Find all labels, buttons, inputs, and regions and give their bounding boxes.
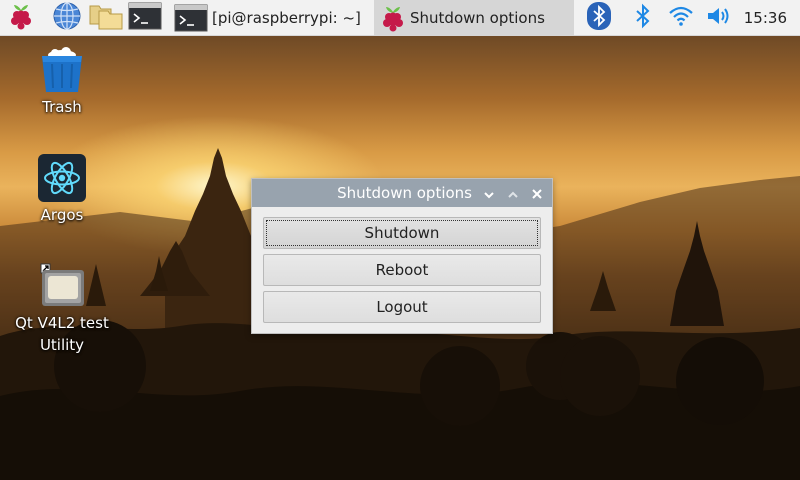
bluetooth-app-button[interactable]: [586, 1, 612, 35]
trash-icon: [38, 46, 86, 94]
desktop-icon-label: Qt V4L2 test Utility: [15, 314, 109, 354]
logout-button[interactable]: Logout: [263, 291, 541, 323]
taskbar: [pi@raspberrypi: ~] Shutdown options 15:…: [0, 0, 800, 36]
close-button[interactable]: [528, 184, 546, 202]
globe-icon: [52, 1, 82, 35]
desktop-icon-argos[interactable]: Argos: [12, 154, 112, 226]
terminal-icon: [128, 2, 162, 34]
camera-utility-icon: [38, 262, 86, 310]
raspberry-icon: [380, 4, 406, 32]
desktop-icon-label: Trash: [42, 98, 82, 116]
dialog-titlebar[interactable]: Shutdown options: [252, 179, 552, 207]
volume-icon: [706, 5, 732, 31]
desktop-icon-qt-v4l2[interactable]: Qt V4L2 test Utility: [12, 262, 112, 356]
dialog-title: Shutdown options: [337, 184, 472, 202]
bluetooth-icon: [634, 3, 652, 33]
raspberry-menu-button[interactable]: [6, 3, 36, 33]
folders-icon: [89, 2, 123, 34]
wifi-icon: [668, 5, 694, 31]
shutdown-button[interactable]: Shutdown: [263, 217, 541, 249]
close-icon: [532, 184, 542, 203]
bluetooth-tray-button[interactable]: [632, 3, 654, 33]
bluetooth-app-icon: [587, 1, 611, 35]
web-browser-launcher[interactable]: [51, 1, 83, 35]
maximize-button[interactable]: [504, 184, 522, 202]
desktop-icon-label: Argos: [40, 206, 84, 224]
task-label: [pi@raspberrypi: ~]: [212, 9, 361, 27]
clock[interactable]: 15:36: [744, 0, 787, 36]
volume-tray-button[interactable]: [705, 3, 733, 33]
atom-icon: [38, 154, 86, 202]
desktop-icon-trash[interactable]: Trash: [12, 46, 112, 118]
task-shutdown-options[interactable]: Shutdown options: [374, 0, 574, 36]
chevron-up-icon: [507, 184, 519, 203]
chevron-down-icon: [483, 184, 495, 203]
task-label: Shutdown options: [410, 9, 545, 27]
file-manager-launcher[interactable]: [89, 3, 123, 33]
terminal-launcher[interactable]: [128, 2, 162, 34]
wifi-tray-button[interactable]: [667, 3, 695, 33]
reboot-button[interactable]: Reboot: [263, 254, 541, 286]
minimize-button[interactable]: [480, 184, 498, 202]
shutdown-dialog: Shutdown options Shutdown Reboot Logout: [251, 178, 553, 334]
task-terminal[interactable]: [pi@raspberrypi: ~]: [170, 0, 370, 36]
terminal-icon: [174, 4, 208, 32]
raspberry-icon: [8, 2, 34, 34]
